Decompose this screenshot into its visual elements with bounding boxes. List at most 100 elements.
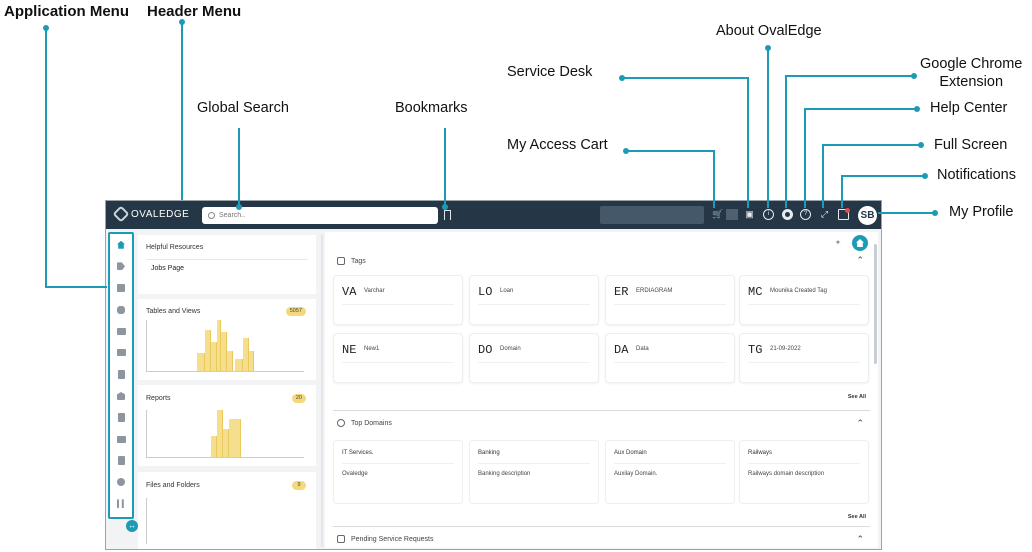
leader-line: [804, 108, 917, 208]
callout-about-ovaledge: About OvalEdge: [716, 23, 822, 39]
panel-title: Files and Folders: [146, 482, 200, 489]
access-cart-icon[interactable]: 🛒: [712, 209, 723, 220]
sidebar-item-tags[interactable]: [110, 256, 132, 278]
callout-application-menu: Application Menu: [4, 3, 129, 20]
tables-views-panel[interactable]: Tables and Views 5057: [138, 299, 316, 380]
domain-card[interactable]: Aux Domain Auxilay Domain.: [605, 440, 735, 504]
query-icon: [117, 456, 125, 466]
top-domains-section-header: Top Domains: [337, 419, 392, 427]
divider: [478, 304, 590, 305]
tag-name: Varchar: [364, 288, 385, 294]
tag-name: Domain: [500, 346, 521, 352]
chart-bar: [227, 350, 233, 371]
admin-tools-icon: [117, 499, 124, 509]
files-folders-chart: [146, 498, 304, 544]
search-input[interactable]: [219, 212, 419, 219]
sidebar-item-query[interactable]: [110, 450, 132, 472]
tenant-selector[interactable]: [600, 206, 704, 224]
divider: [748, 304, 860, 305]
tag-card[interactable]: DO Domain: [469, 333, 599, 383]
tag-card[interactable]: TG 21-09-2022: [739, 333, 869, 383]
logo-icon: [112, 205, 130, 223]
callout-global-search: Global Search: [197, 100, 289, 116]
domain-card[interactable]: IT Services. Ovaledge: [333, 440, 463, 504]
sidebar-item-projects[interactable]: [110, 407, 132, 429]
sidebar-item-home[interactable]: [110, 234, 132, 256]
sidebar-item-catalog[interactable]: [110, 277, 132, 299]
divider: [478, 362, 590, 363]
sidebar-item-clipboard[interactable]: [110, 364, 132, 386]
sidebar-item-files[interactable]: [110, 428, 132, 450]
tag-name: 21-09-2022: [770, 346, 801, 352]
project-icon: [117, 413, 125, 423]
callout-header-menu: Header Menu: [147, 3, 242, 20]
bookmark-icon[interactable]: [444, 210, 451, 222]
leader-line: [45, 26, 107, 288]
about-ovaledge-icon[interactable]: i: [763, 209, 774, 220]
sidebar-item-glossary[interactable]: [110, 320, 132, 342]
logo-text: OVALEDGE: [131, 208, 190, 220]
tag-card[interactable]: LO Loan: [469, 275, 599, 325]
notification-badge: [845, 208, 850, 213]
notifications-icon[interactable]: [838, 208, 850, 220]
ovaledge-logo[interactable]: OVALEDGE: [112, 205, 190, 223]
leader-dot: [911, 73, 917, 79]
reports-panel[interactable]: Reports 20: [138, 385, 316, 466]
divider: [342, 463, 454, 464]
helpful-resources-panel: Helpful Resources Jobs Page: [138, 235, 316, 294]
profile-avatar[interactable]: SB: [858, 206, 877, 225]
divider: [478, 463, 590, 464]
sidebar-collapse-toggle[interactable]: ↔: [126, 520, 138, 532]
tag-card[interactable]: ER ERDIAGRAM: [605, 275, 735, 325]
collapse-tags-chevron-icon[interactable]: ⌃: [856, 255, 864, 266]
section-title: Top Domains: [351, 419, 392, 427]
main-scrollbar[interactable]: [874, 244, 877, 364]
tag-card[interactable]: MC Mounika Created Tag: [739, 275, 869, 325]
collapse-domains-chevron-icon[interactable]: ⌃: [856, 418, 864, 429]
sidebar-item-governance[interactable]: [110, 385, 132, 407]
home-icon: [117, 240, 125, 249]
jobs-page-link[interactable]: Jobs Page: [151, 265, 184, 272]
sidebar-item-jobs[interactable]: [110, 472, 132, 494]
pending-requests-section-header: Pending Service Requests: [337, 535, 434, 543]
callout-chrome-extension-line1: Google Chrome: [920, 56, 1023, 72]
chart-bar: [249, 350, 254, 371]
domain-name: Aux Domain: [614, 450, 647, 456]
sidebar-item-reports[interactable]: [110, 342, 132, 364]
panel-title: Helpful Resources: [146, 244, 204, 251]
tag-abbreviation: TG: [748, 343, 763, 357]
callout-service-desk: Service Desk: [507, 64, 593, 80]
tag-card[interactable]: NE New1: [333, 333, 463, 383]
callout-bookmarks: Bookmarks: [395, 100, 468, 116]
callout-chrome-extension: Google Chrome Extension: [920, 55, 1022, 91]
service-desk-icon[interactable]: ▣: [744, 209, 755, 220]
magic-wand-icon[interactable]: ✦: [833, 238, 843, 248]
callout-help-center: Help Center: [930, 100, 1008, 116]
help-center-icon[interactable]: ?: [800, 209, 811, 220]
tag-abbreviation: NE: [342, 343, 357, 357]
home-button[interactable]: [852, 235, 868, 251]
count-badge: 20: [291, 394, 306, 403]
chart-bar: [229, 419, 241, 457]
settings-gear-icon: [117, 478, 125, 487]
collapse-pending-chevron-icon[interactable]: ⌃: [856, 534, 864, 545]
global-search[interactable]: [202, 207, 438, 224]
sidebar-item-administration[interactable]: [110, 493, 132, 515]
full-screen-icon[interactable]: ⤢: [819, 209, 830, 220]
domain-card[interactable]: Banking Banking description: [469, 440, 599, 504]
tag-card[interactable]: DA Data: [605, 333, 735, 383]
report-icon: [116, 349, 126, 357]
divider: [614, 463, 726, 464]
chrome-extension-icon[interactable]: [782, 209, 793, 220]
files-folders-panel[interactable]: Files and Folders 9: [138, 472, 316, 549]
leader-dot: [932, 210, 938, 216]
tag-icon: [117, 262, 125, 271]
sidebar-item-database[interactable]: [110, 299, 132, 321]
tag-name: Data: [636, 346, 649, 352]
tag-card[interactable]: VA Varchar: [333, 275, 463, 325]
access-cart-count: [726, 209, 738, 220]
domains-see-all-link[interactable]: See All: [848, 514, 866, 520]
domain-card[interactable]: Railways Railways domain description: [739, 440, 869, 504]
tags-see-all-link[interactable]: See All: [848, 394, 866, 400]
leader-line: [822, 144, 921, 208]
